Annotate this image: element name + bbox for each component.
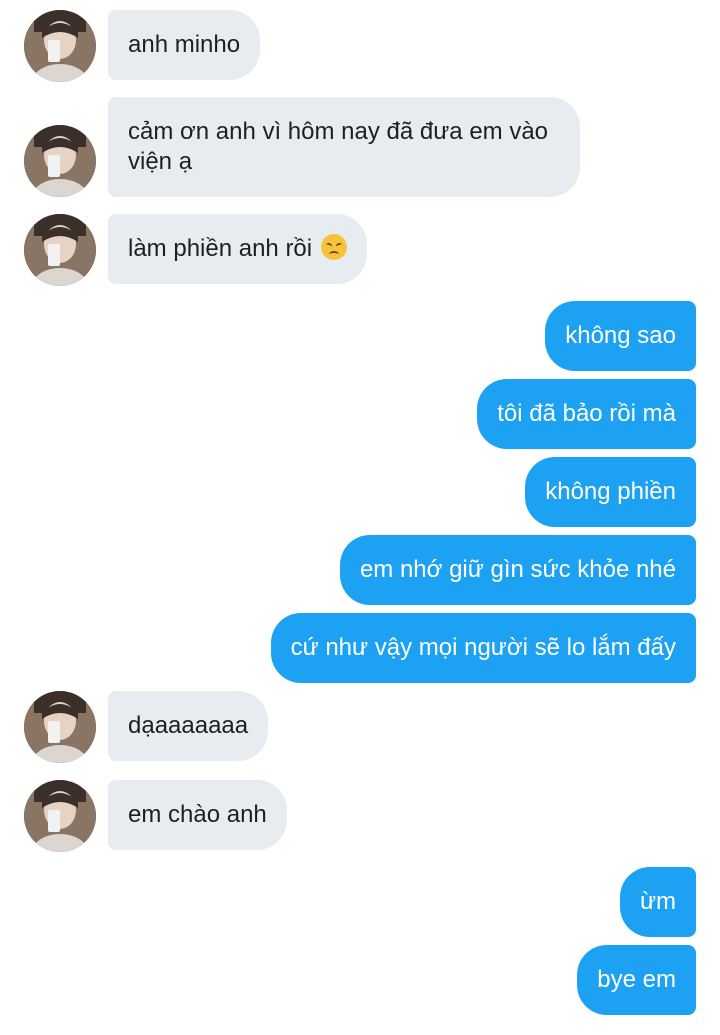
outgoing-message-bubble[interactable]: em nhớ giữ gìn sức khỏe nhé [339,535,696,605]
outgoing-message-bubble[interactable]: không phiền [525,457,696,527]
message-row-incoming: làm phiền anh rồi [0,214,720,286]
message-text: em nhớ giữ gìn sức khỏe nhé [359,556,676,583]
incoming-message-bubble[interactable]: dạaaaaaaa [108,691,269,761]
message-text: làm phiền anh rồi [128,235,313,262]
message-text: dạaaaaaaa [128,712,249,739]
message-text: bye em [597,966,676,993]
contact-avatar[interactable] [24,10,96,82]
contact-avatar[interactable] [24,125,96,197]
incoming-message-bubble[interactable]: làm phiền anh rồi [108,214,367,284]
incoming-message-bubble[interactable]: anh minho [108,10,261,80]
message-text: cứ như vậy mọi người sẽ lo lắm đấy [290,634,676,661]
message-row-incoming: cảm ơn anh vì hôm nay đã đưa em vào viện… [0,97,720,197]
message-row-outgoing: tôi đã bảo rồi mà [0,379,720,449]
message-text: không phiền [545,478,676,505]
contact-avatar[interactable] [24,691,96,763]
avatar-photo-icon [24,691,96,763]
message-row-outgoing: cứ như vậy mọi người sẽ lo lắm đấy [0,613,720,683]
message-text: ừm [639,888,676,915]
message-text: cảm ơn anh vì hôm nay đã đưa em vào viện… [128,118,549,175]
message-row-incoming: em chào anh [0,780,720,852]
contact-avatar[interactable] [24,780,96,852]
outgoing-message-bubble[interactable]: cứ như vậy mọi người sẽ lo lắm đấy [270,613,696,683]
message-text: anh minho [128,31,241,58]
outgoing-message-bubble[interactable]: ừm [619,867,696,937]
incoming-message-bubble[interactable]: cảm ơn anh vì hôm nay đã đưa em vào viện… [108,97,580,197]
message-text: không sao [565,322,676,349]
message-text: tôi đã bảo rồi mà [497,400,676,427]
outgoing-message-bubble[interactable]: tôi đã bảo rồi mà [477,379,696,449]
outgoing-message-bubble[interactable]: bye em [577,945,696,1015]
message-row-outgoing: em nhớ giữ gìn sức khỏe nhé [0,535,720,605]
avatar-photo-icon [24,780,96,852]
disappointed-face-emoji-icon [320,234,347,260]
contact-avatar[interactable] [24,214,96,286]
message-text: em chào anh [128,801,267,828]
message-row-outgoing: không sao [0,301,720,371]
avatar-photo-icon [24,10,96,82]
avatar-photo-icon [24,125,96,197]
outgoing-message-bubble[interactable]: không sao [545,301,696,371]
avatar-photo-icon [24,214,96,286]
message-row-outgoing: bye em [0,945,720,1015]
message-row-outgoing: ừm [0,867,720,937]
message-row-incoming: dạaaaaaaa [0,691,720,763]
message-row-incoming: anh minho [0,10,720,82]
incoming-message-bubble[interactable]: em chào anh [108,780,287,850]
message-row-outgoing: không phiền [0,457,720,527]
